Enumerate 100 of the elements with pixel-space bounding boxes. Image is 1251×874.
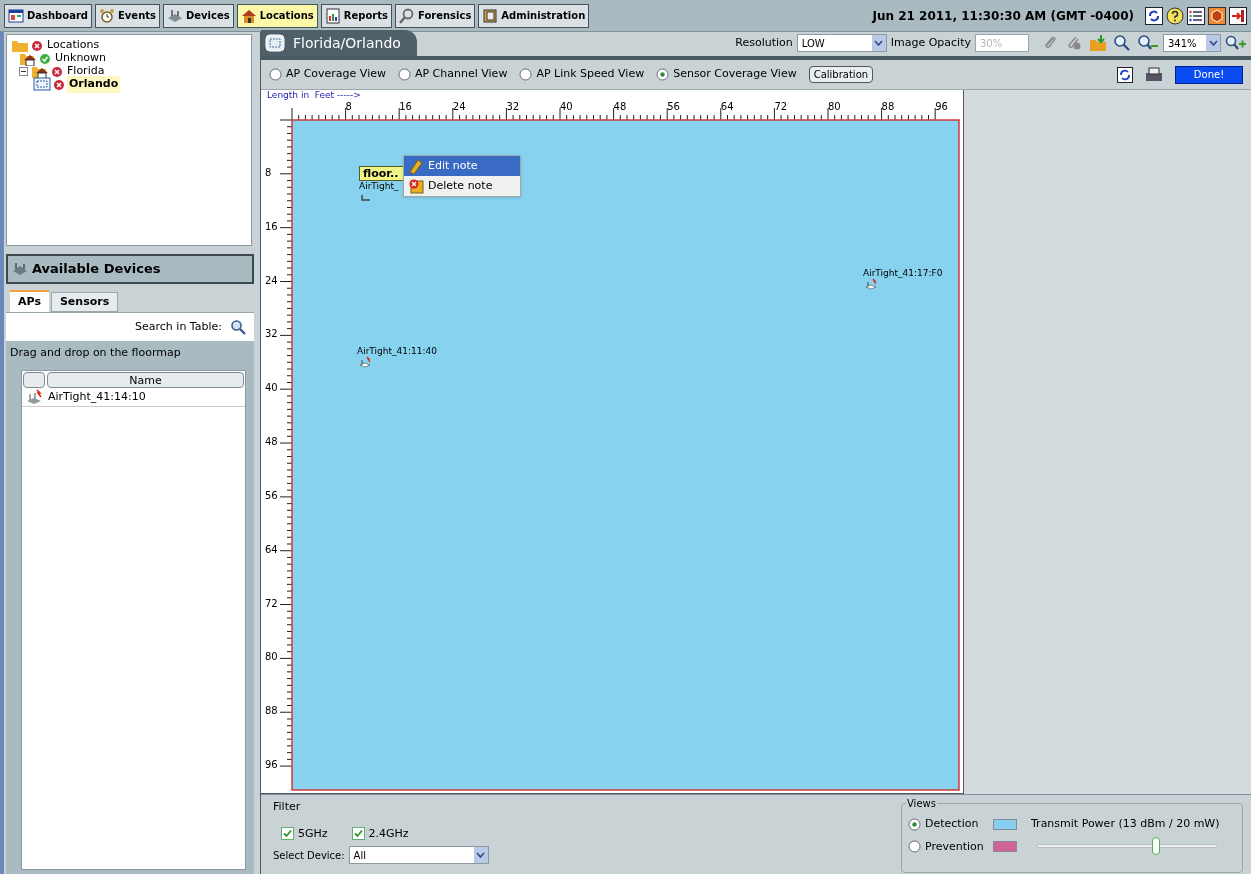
radio-icon[interactable] [908, 840, 921, 854]
menu-item[interactable]: Edit note [404, 156, 520, 176]
ruler-label: 56 [265, 490, 278, 501]
ruler-label: 56 [667, 102, 680, 112]
tab[interactable]: APs [10, 290, 49, 312]
house-icon [240, 7, 257, 24]
ruler-label: 48 [613, 102, 627, 112]
ruler-label: 32 [265, 329, 278, 340]
radio-icon[interactable] [269, 68, 282, 81]
radio-label[interactable]: Prevention [925, 838, 989, 855]
zoom-in-icon[interactable] [1225, 35, 1247, 51]
checkbox-label[interactable]: 5GHz [298, 825, 328, 842]
ruler-label: 40 [265, 383, 278, 394]
device-label[interactable]: AirTight_41:17:F0 [863, 268, 943, 278]
search-label: Search in Table: [135, 318, 222, 335]
slider-thumb[interactable] [1151, 836, 1160, 855]
column-header [23, 371, 45, 388]
nav-tab[interactable]: Events [95, 3, 160, 28]
radio-selected-icon[interactable] [656, 68, 670, 81]
radio-icon[interactable] [397, 68, 411, 81]
house-folder-icon [19, 51, 37, 66]
select-device-label: Select Device: [273, 848, 345, 863]
router-icon [12, 262, 28, 276]
transmit-power-label: Transmit Power (13 dBm / 20 mW) [1031, 816, 1220, 832]
router-icon [167, 7, 183, 24]
refresh-icon[interactable] [1145, 6, 1163, 25]
radio-selected-icon[interactable] [908, 817, 921, 831]
resolution-label: Resolution [735, 34, 793, 51]
ruler-label: 96 [265, 760, 278, 771]
ruler-label: 40 [560, 102, 573, 112]
tab[interactable]: Sensors [50, 292, 119, 312]
nav-tab[interactable]: Devices [163, 3, 234, 28]
collapse-icon[interactable] [19, 67, 28, 76]
radio-icon[interactable] [519, 68, 533, 81]
radio-label[interactable]: AP Link Speed View [536, 66, 645, 83]
floor-plan-icon [33, 77, 51, 92]
ruler-label: 96 [935, 102, 948, 112]
date-time: Jun 21 2011, 11:30:30 AM (GMT -0400) [872, 7, 1134, 25]
device-dropdown[interactable]: All [348, 846, 489, 864]
list-icon[interactable] [1187, 6, 1205, 25]
ruler-label: 72 [265, 598, 278, 609]
ruler-label: 8 [345, 102, 352, 112]
checkbox-checked[interactable] [351, 827, 365, 841]
ruler-label: 88 [265, 706, 278, 717]
checkbox-checked[interactable] [281, 827, 294, 841]
refresh-icon[interactable] [1117, 66, 1133, 83]
ruler-label: 72 [774, 102, 788, 112]
panel-title: Available Devices [32, 260, 161, 279]
floor-tab-label: Florida/Orlando [293, 33, 401, 53]
ruler-label: 48 [265, 437, 278, 448]
access-point-icon[interactable] [359, 356, 371, 368]
floor-tab[interactable]: Florida/Orlando [261, 30, 417, 56]
caret-icon [473, 847, 488, 863]
done-button[interactable]: Done! [1175, 65, 1243, 84]
radio-label[interactable]: Detection [925, 816, 989, 833]
caret-icon [1206, 35, 1220, 51]
magnifier-icon [398, 7, 415, 24]
printer-icon[interactable] [1145, 66, 1163, 83]
zoom-icon[interactable] [1113, 34, 1131, 52]
ruler-label: 8 [265, 167, 272, 178]
ruler-label: 24 [452, 102, 466, 112]
nav-tab[interactable]: Reports [320, 3, 392, 28]
logout-icon[interactable] [1229, 6, 1247, 25]
ruler-label: 88 [881, 102, 895, 112]
checkbox-label[interactable]: 2.4GHz [368, 825, 409, 842]
table-cell-text: AirTight_41:14:10 [48, 388, 146, 405]
alarm-clock-icon [99, 7, 115, 24]
radio-label[interactable]: Sensor Coverage View [673, 66, 797, 83]
paperclip-remove-icon[interactable] [1065, 34, 1083, 52]
ruler-label: 64 [720, 102, 734, 112]
hint-text: Drag and drop on the floormap [9, 345, 182, 361]
access-point-icon [26, 389, 42, 405]
opacity-label: Image Opacity [890, 34, 971, 51]
folder-icon [11, 38, 29, 53]
nav-tab[interactable]: Dashboard [4, 3, 92, 28]
calibration-button[interactable]: Calibration [808, 66, 874, 83]
help-icon[interactable] [1166, 6, 1184, 25]
caret-icon [871, 35, 886, 51]
dashboard-icon [8, 7, 24, 24]
column-header[interactable]: Name [47, 371, 244, 388]
ruler-label: 16 [265, 221, 278, 232]
radio-label[interactable]: AP Coverage View [286, 66, 386, 83]
nav-tab[interactable]: Administration [478, 3, 590, 28]
slider[interactable] [1037, 836, 1217, 855]
ruler-label: 80 [265, 652, 278, 663]
tree-item[interactable]: Orlando [67, 76, 121, 93]
ruler-label: 16 [399, 102, 412, 112]
nav-tab[interactable]: Forensics [394, 3, 476, 28]
zoom-dropdown[interactable]: 341% [1163, 34, 1221, 52]
zoom-out-icon[interactable] [1137, 34, 1159, 52]
report-icon [324, 7, 341, 24]
device-label[interactable]: AirTight_41:11:40 [357, 346, 437, 356]
admin-icon [482, 7, 499, 24]
nav-tab[interactable]: Locations [236, 3, 318, 28]
radio-label[interactable]: AP Channel View [414, 66, 508, 83]
search-icon[interactable] [230, 319, 246, 335]
resolution-dropdown[interactable]: LOW [796, 34, 887, 52]
access-point-icon[interactable] [865, 278, 877, 290]
shield-icon[interactable] [1208, 6, 1226, 25]
device-label[interactable]: AirTight_ [359, 181, 399, 191]
